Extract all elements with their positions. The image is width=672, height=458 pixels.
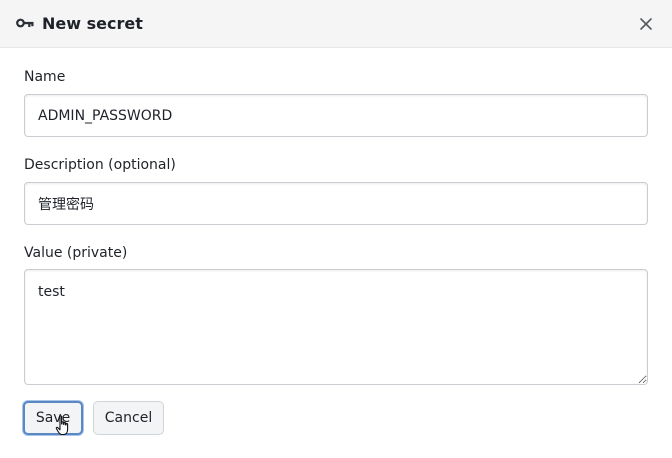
name-label: Name (24, 69, 66, 85)
dialog-header: New secret (0, 0, 672, 48)
cancel-button[interactable]: Cancel (93, 401, 164, 435)
description-label: Description (optional) (24, 157, 176, 173)
description-input[interactable] (24, 182, 648, 225)
key-icon (16, 18, 34, 28)
name-input[interactable] (24, 94, 648, 137)
value-textarea[interactable]: test (24, 269, 648, 385)
value-label: Value (private) (24, 245, 128, 261)
save-button[interactable]: Save (23, 401, 83, 435)
close-icon[interactable] (638, 16, 654, 32)
new-secret-dialog: New secret Name Description (optional) V… (0, 0, 672, 458)
dialog-title: New secret (42, 14, 143, 33)
